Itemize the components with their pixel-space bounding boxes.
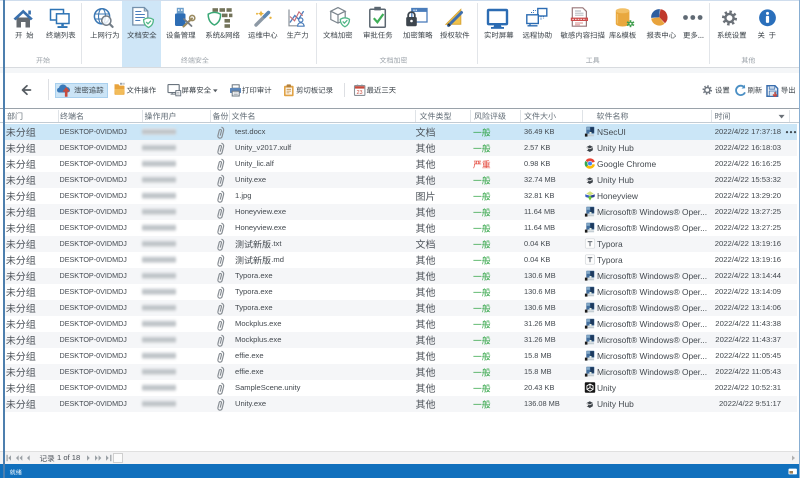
svg-text:23: 23 [357, 90, 363, 96]
